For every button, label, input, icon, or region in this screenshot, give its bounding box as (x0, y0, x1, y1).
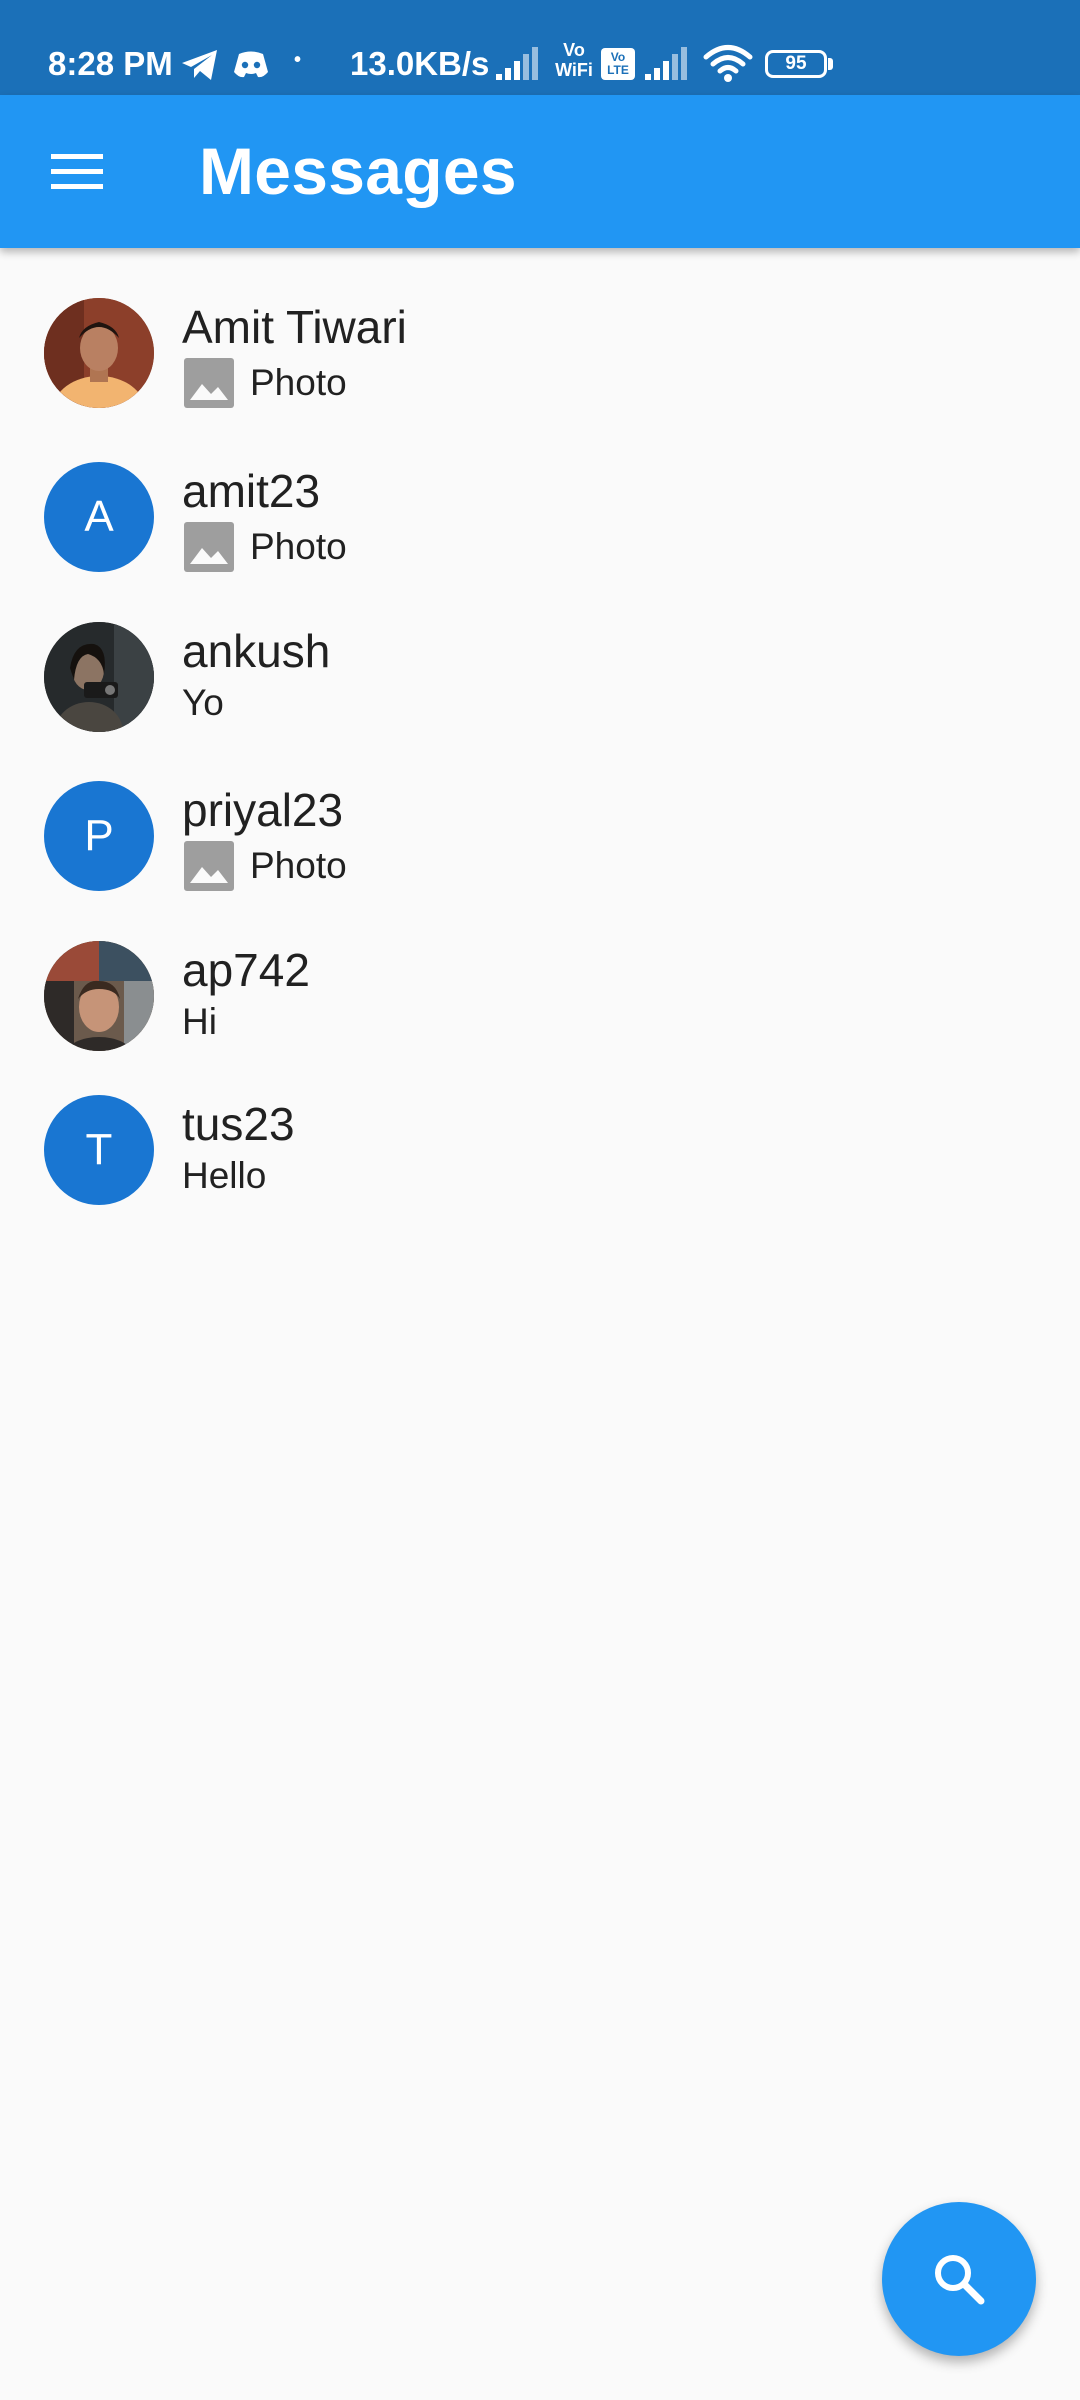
message-preview-text: Photo (250, 362, 347, 403)
conversation-item[interactable]: T tus23 Hello (0, 1085, 1080, 1245)
image-icon (184, 358, 234, 408)
discord-notification-icon (234, 51, 268, 78)
status-bar: 8:28 PM • 13.0KB/s Vo WiFi Vo LTE 95 (0, 0, 1080, 95)
conversation-item[interactable]: Amit Tiwari Photo (0, 288, 1080, 448)
cell-signal-1-icon (496, 47, 538, 80)
conversation-item[interactable]: P priyal23 Photo (0, 771, 1080, 931)
page-title: Messages (199, 134, 517, 208)
contact-name: ap742 (182, 944, 310, 996)
message-preview: Yo (182, 682, 224, 724)
menu-icon (51, 154, 103, 189)
avatar: T (44, 1095, 154, 1205)
status-dot: • (294, 49, 302, 71)
contact-name: Amit Tiwari (182, 301, 407, 353)
volte-indicator: Vo LTE (601, 48, 635, 80)
avatar-photo (44, 298, 154, 408)
avatar-letter: P (84, 811, 114, 860)
search-icon (935, 2255, 985, 2305)
contact-name: tus23 (182, 1098, 295, 1150)
vowifi-indicator: Vo WiFi (551, 40, 597, 86)
vowifi-bottom-text: WiFi (555, 60, 593, 80)
status-time: 8:28 PM (48, 45, 173, 82)
volte-bottom-text: LTE (607, 63, 629, 77)
battery-level: 95 (785, 53, 807, 74)
message-preview: Photo (182, 356, 347, 410)
avatar: P (44, 781, 154, 891)
avatar (44, 941, 154, 1051)
menu-button[interactable] (36, 131, 118, 213)
avatar-letter: T (85, 1125, 113, 1174)
message-preview: Photo (182, 520, 347, 574)
cell-signal-2-icon (645, 47, 687, 80)
conversation-item[interactable]: ap742 Hi (0, 931, 1080, 1091)
message-preview-text: Photo (250, 845, 347, 886)
message-preview: Photo (182, 839, 347, 893)
network-speed: 13.0KB/s (350, 45, 490, 82)
avatar-photo (44, 941, 154, 1051)
search-fab-button[interactable] (882, 2202, 1036, 2356)
telegram-notification-icon (182, 50, 217, 80)
avatar-letter: A (84, 492, 114, 541)
message-preview-text: Yo (182, 682, 224, 723)
message-preview: Hi (182, 1001, 217, 1043)
message-preview-text: Photo (250, 526, 347, 567)
avatar: A (44, 462, 154, 572)
message-preview-text: Hello (182, 1155, 267, 1196)
contact-name: amit23 (182, 465, 321, 517)
messages-screen: 8:28 PM • 13.0KB/s Vo WiFi Vo LTE 95 Mes… (0, 0, 1080, 2400)
battery-icon: 95 (765, 50, 827, 78)
battery-tip (828, 58, 833, 70)
message-preview-text: Hi (182, 1001, 217, 1042)
contact-name: priyal23 (182, 784, 344, 836)
wifi-icon (703, 45, 753, 82)
conversation-item[interactable]: ankush Yo (0, 612, 1080, 772)
contact-name: ankush (182, 625, 331, 677)
image-icon (184, 841, 234, 891)
conversation-item[interactable]: A amit23 Photo (0, 452, 1080, 612)
app-bar: Messages (0, 95, 1080, 248)
avatar-photo (44, 622, 154, 732)
avatar (44, 622, 154, 732)
vowifi-top-text: Vo (563, 40, 585, 60)
avatar (44, 298, 154, 408)
image-icon (184, 522, 234, 572)
message-preview: Hello (182, 1155, 266, 1197)
